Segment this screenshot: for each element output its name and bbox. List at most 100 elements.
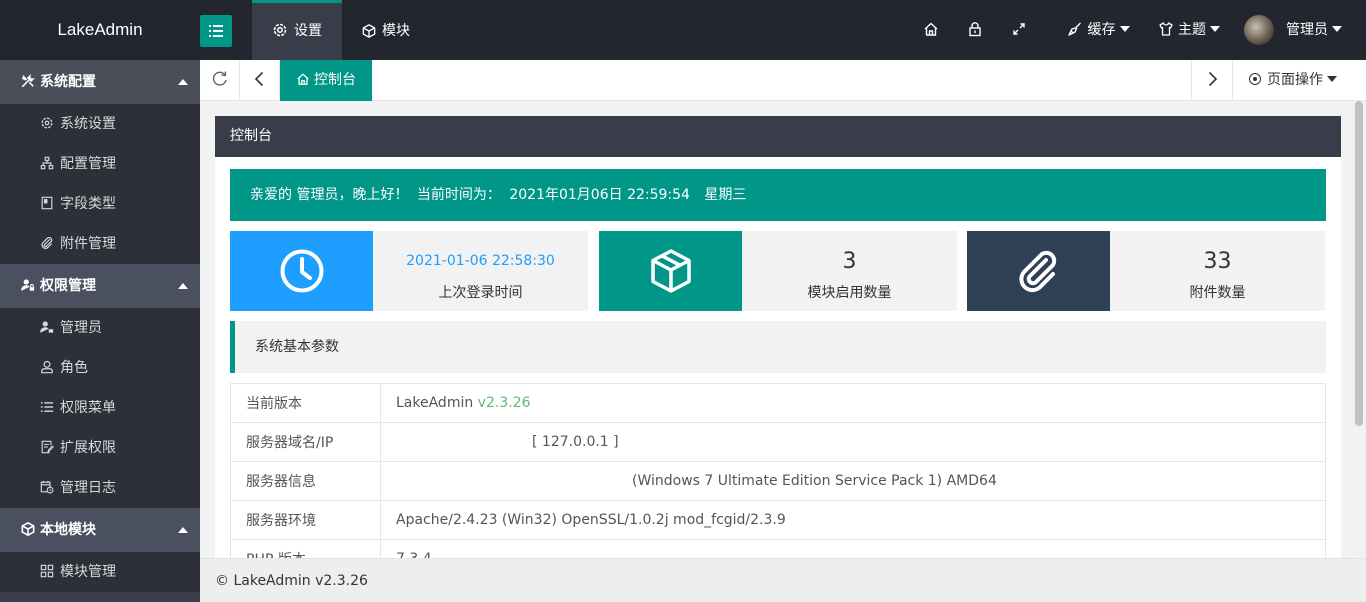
table-row: 服务器环境 Apache/2.4.23 (Win32) OpenSSL/1.0.…: [230, 500, 1326, 540]
fullscreen-button[interactable]: [997, 0, 1053, 60]
tools-icon: [21, 73, 36, 88]
nav-modules-label: 模块: [382, 23, 410, 39]
stat-value: 2021-01-06 22:58:30: [406, 253, 555, 269]
chevron-up-icon: [178, 283, 188, 289]
theme-menu[interactable]: 主题: [1144, 0, 1234, 60]
tab-dashboard-label: 控制台: [314, 72, 356, 88]
sidebar-group-permissions[interactable]: 权限管理: [0, 264, 200, 308]
content-scrollbar[interactable]: [1352, 101, 1366, 558]
home-button[interactable]: [909, 0, 953, 60]
sidebar-item-label: 字段类型: [60, 196, 116, 212]
calendar-clock-icon: [40, 480, 54, 494]
card-title: 控制台: [215, 116, 1341, 157]
sidebar-item-config-manage[interactable]: 配置管理: [0, 144, 200, 184]
avatar: [1244, 15, 1274, 45]
broom-icon: [1068, 22, 1082, 36]
sidebar-item-label: 模块管理: [60, 564, 116, 580]
nav-modules[interactable]: 模块: [342, 0, 430, 60]
top-nav: 设置 模块: [252, 0, 430, 60]
section-title: 系统基本参数: [230, 321, 1326, 373]
sidebar-item-roles[interactable]: 角色: [0, 348, 200, 388]
sidebar-item-label: 权限菜单: [60, 400, 116, 416]
row-key: 服务器信息: [230, 461, 381, 501]
stat-icon-box: [230, 231, 373, 311]
tab-prev-button[interactable]: [240, 60, 280, 100]
table-row: 当前版本 LakeAdmin v2.3.26: [230, 383, 1326, 423]
tshirt-icon: [1158, 22, 1173, 36]
lock-screen-button[interactable]: [953, 0, 997, 60]
sidebar-item-label: 配置管理: [60, 156, 116, 172]
current-weekday: 星期三: [704, 187, 747, 203]
sidebar-item-admins[interactable]: 管理员: [0, 308, 200, 348]
tab-dashboard[interactable]: 控制台: [280, 60, 372, 101]
user-menu[interactable]: 管理员: [1234, 0, 1366, 60]
sidebar-item-label: 扩展权限: [60, 440, 116, 456]
user-lock-icon: [21, 279, 35, 291]
template-icon: [41, 196, 53, 210]
sidebar-group-system-config[interactable]: 系统配置: [0, 60, 200, 104]
nav-settings-label: 设置: [294, 23, 322, 39]
stat-value: 3: [842, 249, 857, 274]
tab-bar: 控制台 页面操作: [200, 60, 1366, 101]
stat-label: 模块启用数量: [807, 285, 892, 301]
user-icon: [41, 360, 53, 374]
version-badge: v2.3.26: [477, 395, 531, 411]
sitemap-icon: [40, 156, 54, 170]
chevron-right-icon: [1208, 71, 1218, 87]
row-value: [ 127.0.0.1 ]: [380, 422, 1326, 462]
paperclip-icon: [41, 236, 53, 249]
row-key: PHP 版本: [230, 539, 381, 558]
sidebar-group-label: 系统配置: [40, 74, 96, 90]
sidebar-item-extended-permissions[interactable]: 扩展权限: [0, 428, 200, 468]
cube-icon: [362, 24, 376, 38]
user-name: 管理员: [1286, 22, 1328, 38]
sidebar-item-attachments[interactable]: 附件管理: [0, 224, 200, 264]
sidebar-item-module-manage[interactable]: 模块管理: [0, 552, 200, 592]
nav-settings[interactable]: 设置: [252, 0, 342, 60]
row-value: LakeAdmin v2.3.26: [380, 383, 1326, 423]
file-edit-icon: [41, 440, 54, 454]
row-key: 服务器域名/IP: [230, 422, 381, 462]
current-datetime: 2021年01月06日 22:59:54: [509, 187, 690, 203]
table-row: 服务器信息 (Windows 7 Ultimate Edition Servic…: [230, 461, 1326, 501]
sidebar-item-label: 系统设置: [60, 116, 116, 132]
cache-menu[interactable]: 缓存: [1053, 0, 1143, 60]
top-header: LakeAdmin 设置 模块 缓存 主题 管理员: [0, 0, 1366, 60]
stat-icon-box: [599, 231, 742, 311]
sidebar-item-label: 管理员: [60, 320, 102, 336]
refresh-icon: [212, 71, 227, 86]
sidebar-item-field-types[interactable]: 字段类型: [0, 184, 200, 224]
user-lock-icon: [40, 321, 54, 333]
greeting-text: 亲爱的 管理员，晚上好！: [250, 187, 409, 203]
sidebar-group-local-modules[interactable]: 本地模块: [0, 508, 200, 552]
sidebar-item-system-settings[interactable]: 系统设置: [0, 104, 200, 144]
sidebar-item-label: 角色: [60, 360, 88, 376]
page-operations-menu[interactable]: 页面操作: [1249, 60, 1337, 100]
menu-toggle-button[interactable]: [200, 15, 232, 47]
sidebar-group-label: 本地模块: [40, 522, 96, 538]
home-icon: [924, 22, 938, 36]
lock-icon: [969, 22, 981, 37]
page-operations-label: 页面操作: [1267, 72, 1323, 88]
gear-icon: [41, 117, 53, 129]
sidebar-item-admin-logs[interactable]: 管理日志: [0, 468, 200, 508]
welcome-banner: 亲爱的 管理员，晚上好！ 当前时间为： 2021年01月06日 22:59:54…: [230, 169, 1326, 221]
clock-icon: [280, 249, 323, 293]
app-logo[interactable]: LakeAdmin: [0, 0, 200, 60]
row-value: Apache/2.4.23 (Win32) OpenSSL/1.0.2j mod…: [380, 500, 1326, 540]
cube-icon: [21, 522, 35, 536]
chevron-left-icon: [254, 71, 263, 87]
gear-icon: [273, 23, 287, 37]
table-row: 服务器域名/IP [ 127.0.0.1 ]: [230, 422, 1326, 462]
chevron-down-icon: [1210, 26, 1220, 32]
tab-next-button[interactable]: [1191, 60, 1233, 100]
scrollbar-thumb[interactable]: [1355, 101, 1363, 426]
stat-label: 附件数量: [1189, 285, 1246, 301]
home-icon: [297, 73, 309, 85]
time-prefix: 当前时间为：: [416, 187, 501, 203]
stat-icon-box: [967, 231, 1110, 311]
grid-icon: [40, 564, 54, 578]
refresh-button[interactable]: [200, 60, 240, 100]
sidebar-item-permission-menu[interactable]: 权限菜单: [0, 388, 200, 428]
chevron-down-icon: [1332, 26, 1342, 32]
